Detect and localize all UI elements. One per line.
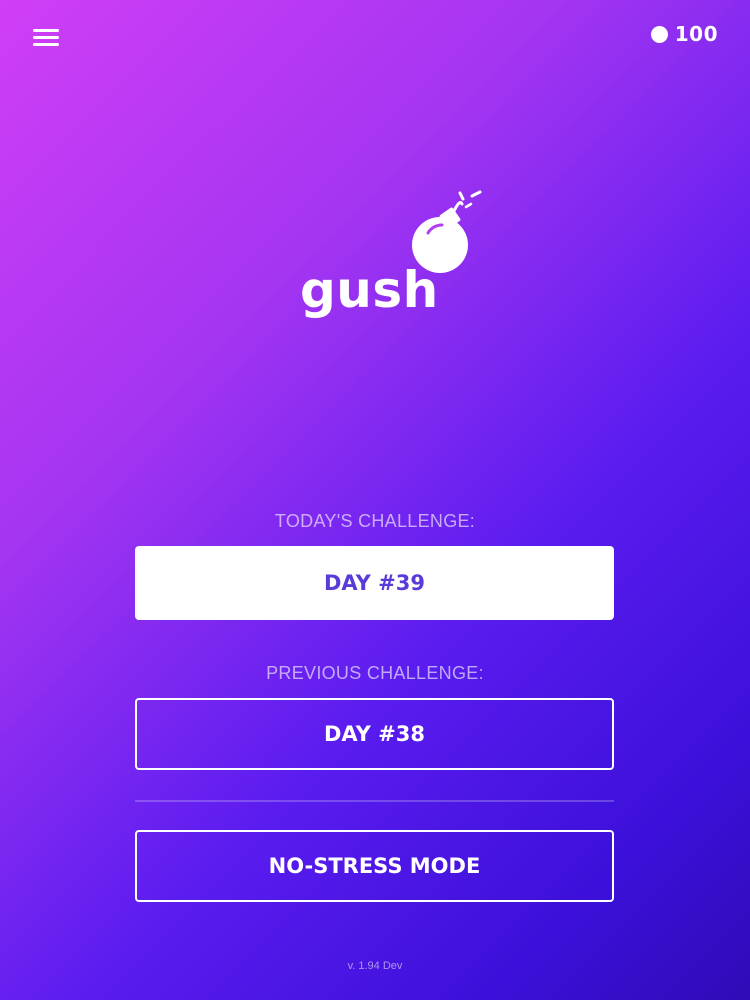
- bomb-icon: [412, 190, 482, 273]
- menu-bar-bottom: [33, 43, 59, 46]
- home-screen: 100 gush TODAY'S CHALLENGE: DAY #39 PREV…: [0, 0, 750, 1000]
- version-label: v. 1.94 Dev: [347, 960, 403, 972]
- todays-challenge-label: TODAY'S CHALLENGE:: [274, 511, 476, 531]
- coin-balance: 100: [650, 22, 718, 46]
- menu-bar-top: [33, 29, 59, 32]
- coin-count: 100: [674, 22, 718, 46]
- app-logo: gush: [300, 185, 490, 335]
- menu-bar-middle: [33, 36, 59, 39]
- previous-challenge-button-label: DAY #38: [323, 722, 425, 746]
- no-stress-mode-button-label: NO-STRESS MODE: [268, 854, 481, 878]
- section-divider: [135, 800, 614, 802]
- previous-challenge-label: PREVIOUS CHALLENGE:: [266, 663, 484, 683]
- hamburger-menu-icon[interactable]: [31, 24, 63, 50]
- todays-challenge-button-label: DAY #39: [323, 571, 425, 595]
- no-stress-mode-button[interactable]: NO-STRESS MODE: [135, 830, 614, 902]
- coin-icon: [650, 25, 668, 43]
- todays-challenge-button[interactable]: DAY #39: [135, 546, 614, 620]
- previous-challenge-button[interactable]: DAY #38: [135, 698, 614, 770]
